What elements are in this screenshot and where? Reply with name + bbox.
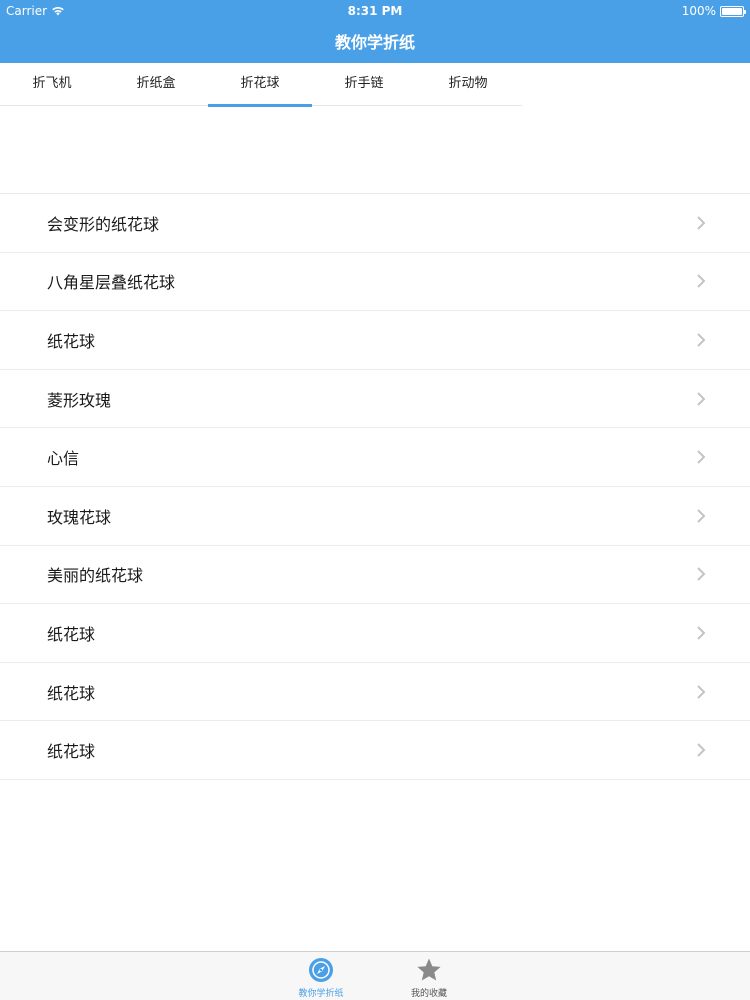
list-item[interactable]: 纸花球 — [0, 604, 750, 663]
tabbar-label: 我的收藏 — [410, 989, 447, 999]
star-icon — [417, 958, 441, 981]
chevron-right-icon — [697, 450, 706, 464]
list-item[interactable]: 纸花球 — [0, 721, 750, 780]
chevron-right-icon — [697, 684, 706, 699]
list-item-label: 纸花球 — [47, 683, 96, 703]
tabbar-item-learn[interactable]: 教你学折纸 — [295, 952, 347, 1000]
chevron-right-icon — [697, 216, 706, 230]
tab-label: 折花球 — [240, 76, 280, 91]
category-tabs: 折飞机 折纸盒 折花球 折手链 折动物 — [0, 63, 522, 107]
tab-bracelet[interactable]: 折手链 — [312, 63, 416, 106]
status-bar: Carrier 8:31 PM 100% — [0, 0, 750, 22]
list-item-label: 纸花球 — [47, 742, 96, 762]
chevron-right-icon — [697, 333, 706, 347]
tab-animal[interactable]: 折动物 — [416, 63, 520, 106]
tabbar-item-favorites[interactable]: 我的收藏 — [403, 952, 455, 1000]
list-item[interactable]: 会变形的纸花球 — [0, 194, 750, 253]
chevron-right-icon — [697, 391, 706, 406]
tab-label: 折手链 — [344, 76, 384, 91]
battery-percent: 100% — [681, 4, 716, 18]
list-item-label: 心信 — [47, 449, 80, 469]
list-item-label: 纸花球 — [47, 624, 96, 644]
list-item[interactable]: 美丽的纸花球 — [0, 545, 750, 605]
chevron-right-icon — [697, 567, 706, 582]
list-item-label: 会变形的纸花球 — [47, 214, 160, 234]
battery-group: 100% — [681, 0, 746, 22]
list-item[interactable]: 菱形玫瑰 — [0, 369, 750, 429]
list-item[interactable]: 玫瑰花球 — [0, 486, 750, 546]
compass-icon — [309, 958, 333, 982]
status-time: 8:31 PM — [347, 4, 403, 18]
list-item-label: 八角星层叠纸花球 — [47, 273, 176, 293]
tab-flower-ball[interactable]: 折花球 — [208, 63, 312, 107]
list-item-label: 纸花球 — [47, 331, 96, 351]
chevron-right-icon — [697, 509, 706, 523]
top-bar: Carrier 8:31 PM 100% 教你学折纸 — [0, 0, 750, 63]
chevron-right-icon — [697, 274, 706, 289]
page-title: 教你学折纸 — [334, 33, 415, 52]
bottom-tab-bar: 教你学折纸 我的收藏 — [0, 951, 750, 1000]
chevron-right-icon — [697, 743, 706, 757]
tab-label: 折飞机 — [32, 76, 72, 91]
list-item[interactable]: 纸花球 — [0, 311, 750, 370]
app-screen: Carrier 8:31 PM 100% 教你学折纸 折飞机 折纸盒 折花球 折… — [0, 0, 750, 1000]
tab-paper-plane[interactable]: 折飞机 — [0, 63, 104, 106]
list-item[interactable]: 八角星层叠纸花球 — [0, 252, 750, 312]
tab-paper-box[interactable]: 折纸盒 — [104, 63, 208, 106]
chevron-right-icon — [697, 626, 706, 640]
battery-icon — [720, 5, 746, 17]
tab-label: 折纸盒 — [136, 76, 176, 91]
tab-label: 折动物 — [448, 76, 488, 91]
list-item[interactable]: 心信 — [0, 428, 750, 487]
tutorial-list: 会变形的纸花球 八角星层叠纸花球 纸花球 菱形玫瑰 心信 玫瑰花球 美丽的纸花球 — [0, 193, 750, 780]
list-item[interactable]: 纸花球 — [0, 662, 750, 722]
list-item-label: 玫瑰花球 — [47, 507, 112, 527]
tabbar-label: 教你学折纸 — [298, 989, 344, 999]
list-item-label: 菱形玫瑰 — [47, 390, 112, 410]
list-item-label: 美丽的纸花球 — [47, 566, 144, 586]
